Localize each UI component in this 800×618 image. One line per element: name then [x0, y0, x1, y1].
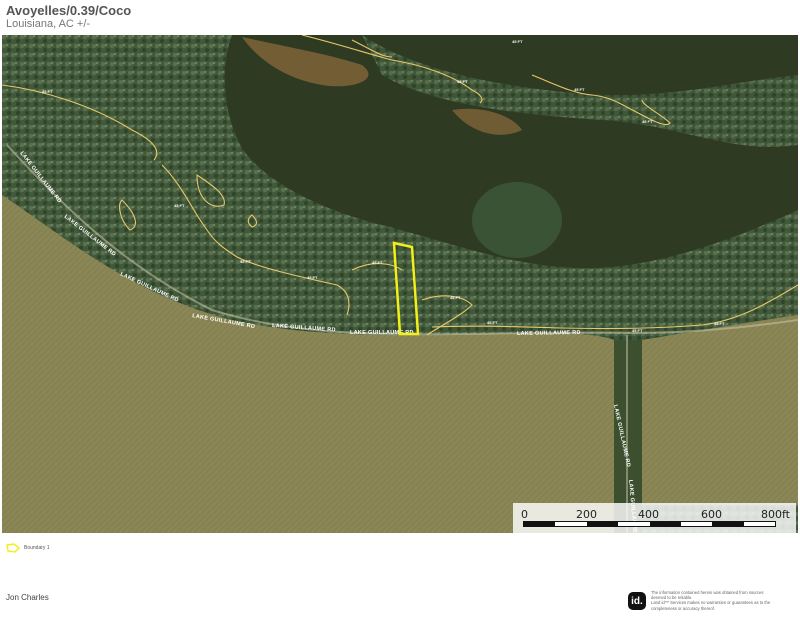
scale-bar: 0 200 400 600 800ft	[513, 503, 796, 533]
scale-label: 0	[521, 508, 528, 521]
contour-label: 45 FT	[487, 320, 498, 325]
contour-label: 45 FT	[240, 259, 251, 264]
scale-track	[523, 521, 776, 527]
scale-label: 800ft	[761, 508, 790, 521]
map-view[interactable]: 45 FT 45 FT 45 FT 45 FT 45 FT 45 FT 45 F…	[2, 35, 798, 533]
scale-label: 400	[638, 508, 659, 521]
vegetation-patch	[472, 182, 562, 258]
disclaimer-line: completeness or accuracy thereof.	[651, 605, 716, 611]
map-subtitle: Louisiana, AC +/-	[6, 18, 91, 30]
satellite-map[interactable]: 45 FT 45 FT 45 FT 45 FT 45 FT 45 FT 45 F…	[2, 35, 798, 533]
scale-label: 600	[701, 508, 722, 521]
agent-name: Jon Charles	[6, 593, 49, 602]
contour-label: 45 FT	[307, 275, 318, 280]
road-label: LAKE GUILLAUME RD	[517, 330, 581, 337]
contour-label: 45 FT	[512, 39, 523, 44]
contour-label: 45 FT	[450, 295, 461, 300]
scale-label: 200	[576, 508, 597, 521]
contour-label: 45 FT	[642, 119, 653, 124]
boundary-polygon-icon	[6, 543, 20, 553]
legend-label: Boundary 1	[24, 545, 50, 551]
contour-label: 45 FT	[174, 203, 185, 208]
contour-label: 45 FT	[574, 87, 585, 92]
contour-label: 45 FT	[632, 328, 643, 333]
contour-label: 45 FT	[714, 321, 725, 326]
contour-label: 45 FT	[372, 260, 383, 265]
map-title: Avoyelles/0.39/Coco	[6, 3, 132, 18]
disclaimer: The information contained herein was obt…	[651, 590, 797, 611]
landid-logo-icon: id.	[628, 592, 646, 610]
contour-label: 45 FT	[457, 79, 468, 84]
contour-label: 45 FT	[42, 89, 53, 94]
crop-field	[642, 315, 798, 505]
